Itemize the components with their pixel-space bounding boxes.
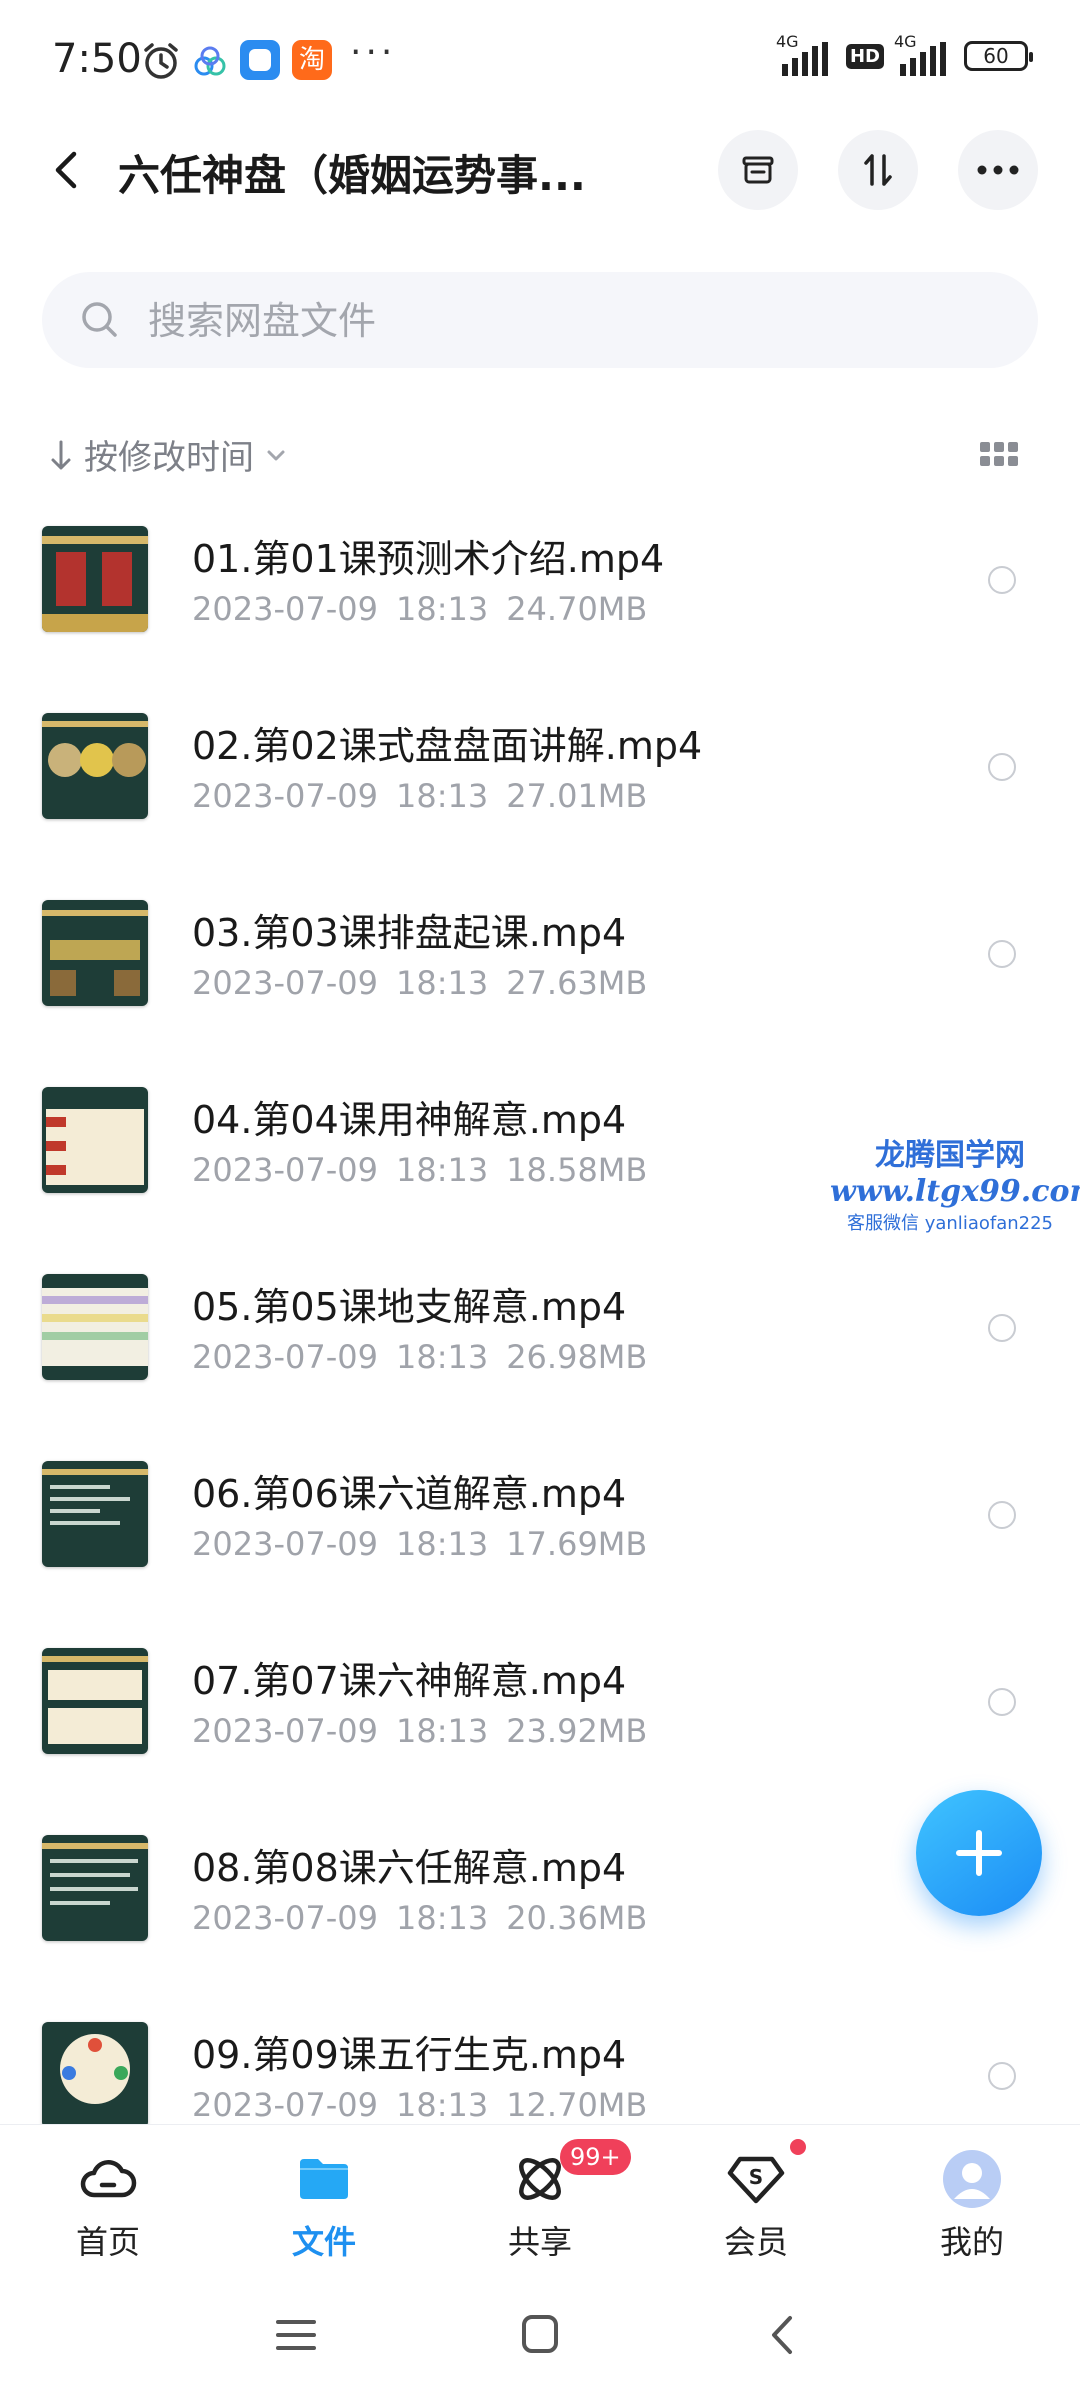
- grid-view-icon[interactable]: [980, 442, 1020, 472]
- video-thumbnail: [42, 713, 148, 819]
- video-thumbnail: [42, 1087, 148, 1193]
- file-row[interactable]: 07.第07课六神解意.mp4 2023-07-09 18:13 23.92MB: [0, 1622, 1080, 1809]
- recent-apps-icon[interactable]: [266, 2310, 326, 2360]
- battery-icon: 60: [964, 41, 1033, 71]
- bottom-nav: 首页 文件 共享 99+ S 会员 我的: [0, 2124, 1080, 2271]
- system-back-icon[interactable]: [754, 2310, 814, 2360]
- file-row[interactable]: 01.第01课预测术介绍.mp4 2023-07-09 18:13 24.70MB: [0, 500, 1080, 687]
- video-thumbnail: [42, 1274, 148, 1380]
- app-notification-icon: [240, 40, 280, 80]
- transfer-button[interactable]: [838, 130, 918, 210]
- file-row[interactable]: 06.第06课六道解意.mp4 2023-07-09 18:13 17.69MB: [0, 1435, 1080, 1622]
- sort-arrow-icon: [51, 440, 71, 469]
- search-input[interactable]: [146, 294, 750, 348]
- select-checkbox[interactable]: [988, 566, 1016, 594]
- hd-icon: HD: [845, 43, 884, 69]
- app-notification-icon: [194, 46, 226, 76]
- chevron-down-icon: [267, 450, 285, 460]
- sort-transfer-icon: [864, 154, 892, 186]
- alarm-icon: [144, 43, 178, 79]
- notification-dot: [790, 2139, 806, 2155]
- file-meta: 2023-07-09 18:13 27.01MB: [192, 777, 648, 815]
- add-button[interactable]: [916, 1790, 1042, 1916]
- file-name: 03.第03课排盘起课.mp4: [192, 911, 627, 955]
- nav-files[interactable]: 文件: [254, 2139, 394, 2261]
- select-checkbox[interactable]: [988, 940, 1016, 968]
- file-meta: 2023-07-09 18:13 24.70MB: [192, 590, 648, 628]
- sort-row: 按修改时间: [0, 420, 1080, 490]
- file-name: 08.第08课六任解意.mp4: [192, 1846, 627, 1890]
- file-meta: 2023-07-09 18:13 18.58MB: [192, 1151, 648, 1189]
- nav-label: 文件: [291, 2223, 356, 2261]
- archive-icon: [742, 156, 774, 184]
- file-name: 02.第02课式盘盘面讲解.mp4: [192, 724, 703, 768]
- nav-profile[interactable]: 我的: [902, 2139, 1042, 2261]
- vip-diamond-icon: S: [727, 2156, 785, 2204]
- select-checkbox[interactable]: [988, 753, 1016, 781]
- file-row[interactable]: 05.第05课地支解意.mp4 2023-07-09 18:13 26.98MB: [0, 1248, 1080, 1435]
- back-icon[interactable]: [44, 146, 92, 194]
- file-list: 01.第01课预测术介绍.mp4 2023-07-09 18:13 24.70MB …: [0, 500, 1080, 2183]
- video-thumbnail: [42, 1648, 148, 1754]
- nav-label: 共享: [507, 2223, 572, 2261]
- avatar-icon: [943, 2150, 1001, 2208]
- nav-vip[interactable]: S 会员: [686, 2139, 826, 2261]
- share-count-badge: 99+: [560, 2139, 631, 2175]
- top-bar: 六任神盘（婚姻运势事...: [0, 120, 1080, 220]
- select-checkbox[interactable]: [988, 1688, 1016, 1716]
- file-name: 07.第07课六神解意.mp4: [192, 1659, 627, 1703]
- file-meta: 2023-07-09 18:13 23.92MB: [192, 1712, 648, 1750]
- select-checkbox[interactable]: [988, 1314, 1016, 1342]
- home-cloud-icon: [80, 2160, 137, 2198]
- status-bar: 7:50 淘 ··· 4G HD 4G 60: [0, 0, 1080, 120]
- taobao-icon: 淘: [292, 40, 332, 80]
- video-thumbnail: [42, 526, 148, 632]
- file-meta: 2023-07-09 18:13 12.70MB: [192, 2086, 648, 2124]
- system-nav-bar: [0, 2270, 1080, 2400]
- file-name: 01.第01课预测术介绍.mp4: [192, 537, 665, 581]
- file-meta: 2023-07-09 18:13 20.36MB: [192, 1899, 648, 1937]
- home-button-icon[interactable]: [510, 2310, 570, 2360]
- folder-icon: [300, 2159, 348, 2199]
- plus-icon: [956, 1830, 1002, 1876]
- file-name: 09.第09课五行生克.mp4: [192, 2033, 627, 2077]
- file-name: 04.第04课用神解意.mp4: [192, 1098, 627, 1142]
- select-checkbox[interactable]: [988, 1501, 1016, 1529]
- file-meta: 2023-07-09 18:13 27.63MB: [192, 964, 648, 1002]
- more-button[interactable]: [958, 130, 1038, 210]
- signal-icon: 4G: [894, 32, 954, 76]
- video-thumbnail: [42, 1835, 148, 1941]
- file-row[interactable]: 03.第03课排盘起课.mp4 2023-07-09 18:13 27.63MB: [0, 874, 1080, 1061]
- status-time: 7:50: [52, 36, 142, 82]
- file-name: 05.第05课地支解意.mp4: [192, 1285, 627, 1329]
- nav-home[interactable]: 首页: [38, 2139, 178, 2261]
- nav-label: 首页: [75, 2223, 140, 2261]
- page-title: 六任神盘（婚姻运势事...: [118, 151, 586, 200]
- nav-label: 会员: [723, 2223, 788, 2261]
- video-thumbnail: [42, 2022, 148, 2128]
- file-name: 06.第06课六道解意.mp4: [192, 1472, 627, 1516]
- search-bar[interactable]: [42, 272, 1038, 368]
- select-checkbox[interactable]: [988, 2062, 1016, 2090]
- file-meta: 2023-07-09 18:13 26.98MB: [192, 1338, 648, 1376]
- svg-text:S: S: [749, 2165, 763, 2189]
- nav-label: 我的: [939, 2223, 1004, 2261]
- status-indicators: 4G HD 4G 60: [776, 32, 1033, 76]
- search-icon: [82, 302, 117, 337]
- more-notifications-icon: ···: [350, 32, 397, 73]
- video-thumbnail: [42, 1461, 148, 1567]
- video-thumbnail: [42, 900, 148, 1006]
- signal-icon: 4G: [776, 32, 836, 76]
- sort-button[interactable]: 按修改时间: [48, 430, 288, 479]
- sort-label: 按修改时间: [84, 438, 254, 478]
- file-meta: 2023-07-09 18:13 17.69MB: [192, 1525, 648, 1563]
- file-row[interactable]: 02.第02课式盘盘面讲解.mp4 2023-07-09 18:13 27.01MB: [0, 687, 1080, 874]
- archive-button[interactable]: [718, 130, 798, 210]
- watermark: 龙腾国学网 www.ltgx99.com 客服微信 yanliaofan225: [830, 1138, 1080, 1234]
- more-icon: [977, 165, 1019, 175]
